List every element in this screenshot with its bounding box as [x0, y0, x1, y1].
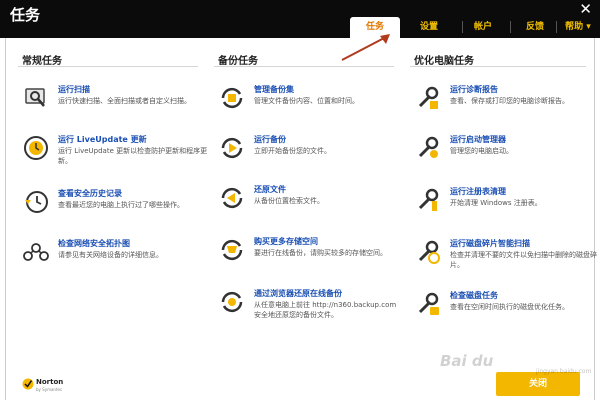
task-description: 立即开始备份您的文件。	[254, 147, 331, 155]
task-description: 管理文件备份内容、位置和时间。	[254, 97, 359, 105]
task-title[interactable]: 还原文件	[254, 184, 286, 195]
task-buy-storage[interactable]: 购买更多存储空间 要进行在线备份，请购买较多的存储空间。	[218, 236, 393, 276]
task-title[interactable]: 购买更多存储空间	[254, 236, 318, 247]
task-description: 请参见有关网络设备的详细信息。	[58, 251, 163, 259]
close-window-button[interactable]: ✕	[579, 0, 592, 18]
task-browser-restore[interactable]: 通过浏览器还原在线备份 从任意电脑上前往 http://n360.backup.…	[218, 288, 396, 328]
tab-settings[interactable]: 设置	[412, 17, 446, 38]
task-title[interactable]: 检查磁盘任务	[450, 290, 498, 301]
registry-icon	[418, 188, 439, 211]
task-title[interactable]: 通过浏览器还原在线备份	[254, 288, 342, 299]
column-title-optimize: 优化电脑任务	[414, 56, 474, 67]
task-title[interactable]: 运行磁盘碎片智能扫描	[450, 238, 530, 249]
task-defrag-scan[interactable]: 运行磁盘碎片智能扫描 检查并清理不要的文件以免扫描中删除的磁盘碎片。	[414, 238, 597, 278]
task-run-scan[interactable]: 运行扫描 运行快速扫描、全面扫描或者自定义扫描。	[22, 84, 197, 124]
defrag-icon	[418, 240, 440, 264]
task-description: 从备份位置检索文件。	[254, 197, 324, 205]
column-divider	[410, 66, 586, 67]
tab-feedback[interactable]: 反馈	[518, 17, 552, 38]
task-description: 运行 LiveUpdate 更新以检查防护更新和程序更新。	[58, 147, 208, 165]
column-title-backup: 备份任务	[218, 56, 258, 67]
task-title[interactable]: 检查网络安全拓扑图	[58, 238, 130, 249]
task-diagnostic-report[interactable]: 运行诊断报告 查看、保存或打印您的电脑诊断报告。	[414, 84, 589, 124]
diagnostic-icon	[418, 86, 439, 109]
task-title[interactable]: 运行扫描	[58, 84, 90, 95]
disk-check-icon	[418, 292, 439, 315]
tasks-window: 任务 ✕ 任务 设置 帐户 反馈 帮助 ▾ 常规任务 备份任务 优化电脑任务 运…	[0, 0, 600, 400]
task-title[interactable]: 管理备份集	[254, 84, 294, 95]
run-backup-icon	[221, 137, 243, 159]
tab-account[interactable]: 帐户	[466, 17, 500, 38]
task-title[interactable]: 运行诊断报告	[450, 84, 498, 95]
task-description: 查看最近您的电脑上执行过了哪些操作。	[58, 201, 184, 209]
task-liveupdate[interactable]: 运行 LiveUpdate 更新 运行 LiveUpdate 更新以检查防护更新…	[22, 134, 207, 174]
task-title[interactable]: 运行 LiveUpdate 更新	[58, 134, 147, 145]
window-title: 任务	[10, 6, 41, 24]
browser-restore-icon	[221, 291, 243, 313]
buy-storage-icon	[221, 239, 243, 261]
task-description: 查看、保存或打印您的电脑诊断报告。	[450, 97, 569, 105]
title-bar: 任务 ✕ 任务 设置 帐户 反馈 帮助 ▾	[0, 0, 600, 38]
norton-check-icon	[22, 378, 34, 390]
task-description: 查看在空闲时间执行的磁盘优化任务。	[450, 303, 569, 311]
restore-icon	[221, 187, 243, 209]
watermark-sub: jingyan.baidu.com	[536, 368, 592, 375]
network-icon	[23, 243, 49, 261]
task-title[interactable]: 查看安全历史记录	[58, 188, 122, 199]
annotation-arrow	[341, 34, 390, 61]
task-restore-files[interactable]: 还原文件 从备份位置检索文件。	[218, 184, 393, 224]
task-title[interactable]: 运行备份	[254, 134, 286, 145]
column-divider	[214, 66, 394, 67]
task-description: 检查并清理不要的文件以免扫描中删除的磁盘碎片。	[450, 251, 597, 269]
task-manage-backup-sets[interactable]: 管理备份集 管理文件备份内容、位置和时间。	[218, 84, 393, 124]
task-description: 开始清理 Windows 注册表。	[450, 199, 542, 207]
startup-icon	[418, 136, 439, 158]
task-description: 管理您的电脑启动。	[450, 147, 513, 155]
column-divider	[18, 66, 198, 67]
task-title[interactable]: 运行注册表清理	[450, 186, 506, 197]
norton-logo: Norton by Symantec	[22, 376, 82, 396]
watermark: Bai du	[440, 352, 494, 370]
task-description: 要进行在线备份，请购买较多的存储空间。	[254, 249, 387, 257]
tab-separator	[510, 21, 511, 33]
backup-set-icon	[221, 87, 243, 109]
tab-help[interactable]: 帮助 ▾	[558, 17, 598, 38]
column-title-general: 常规任务	[22, 56, 62, 67]
task-description: 运行快速扫描、全面扫描或者自定义扫描。	[58, 97, 191, 105]
liveupdate-icon	[24, 136, 48, 160]
norton-brand: Norton	[36, 378, 64, 386]
norton-brand-sub: by Symantec	[36, 387, 63, 392]
scan-icon	[25, 88, 45, 107]
history-icon	[25, 191, 48, 213]
task-title[interactable]: 运行启动管理器	[450, 134, 506, 145]
task-disk-check[interactable]: 检查磁盘任务 查看在空闲时间执行的磁盘优化任务。	[414, 290, 589, 330]
tab-separator	[462, 21, 463, 33]
task-run-backup[interactable]: 运行备份 立即开始备份您的文件。	[218, 134, 393, 174]
task-security-history[interactable]: 查看安全历史记录 查看最近您的电脑上执行过了哪些操作。	[22, 188, 197, 228]
task-description: 从任意电脑上前往 http://n360.backup.com 安全地还原您的备…	[254, 301, 397, 319]
task-startup-manager[interactable]: 运行启动管理器 管理您的电脑启动。	[414, 134, 589, 174]
task-registry-cleanup[interactable]: 运行注册表清理 开始清理 Windows 注册表。	[414, 186, 589, 226]
tab-separator	[556, 21, 557, 33]
close-button[interactable]: 关闭	[496, 372, 580, 396]
task-network-map[interactable]: 检查网络安全拓扑图 请参见有关网络设备的详细信息。	[22, 238, 197, 278]
